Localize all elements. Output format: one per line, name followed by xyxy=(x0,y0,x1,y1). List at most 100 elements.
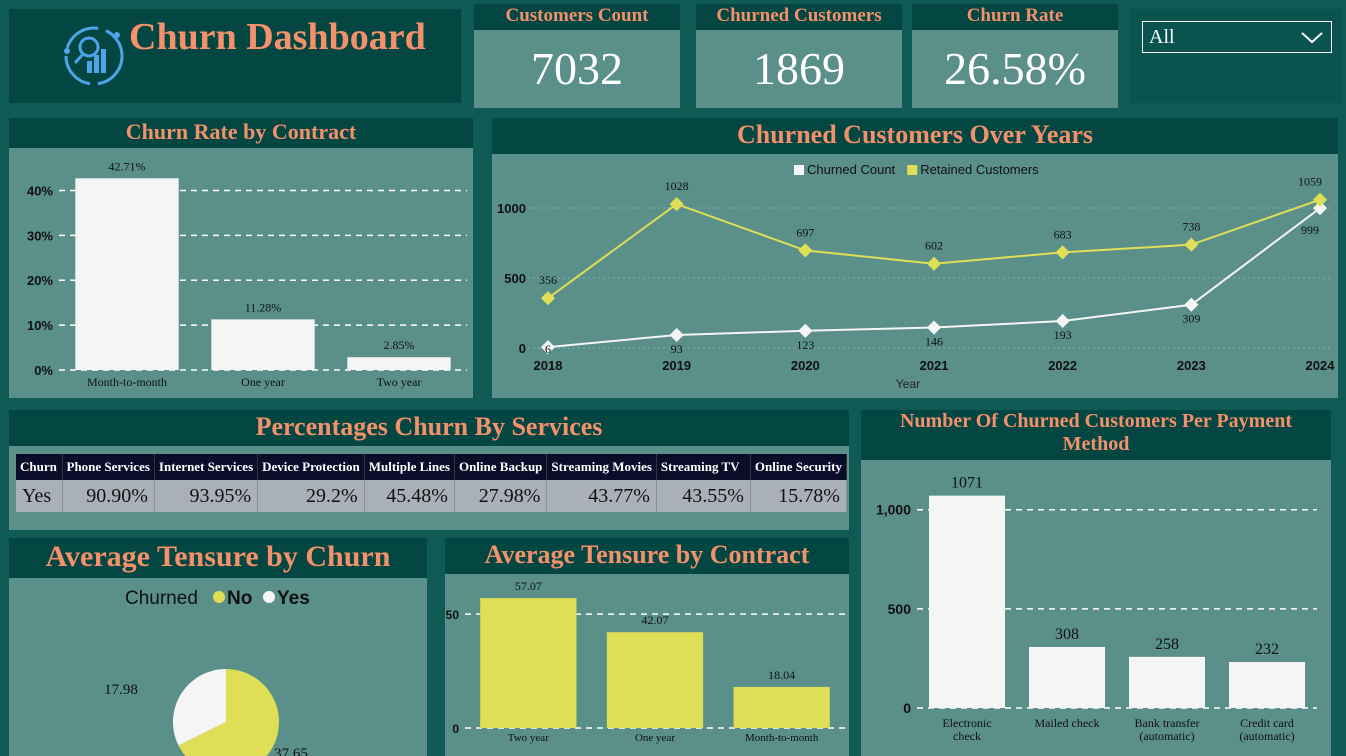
x-tick-label: Month-to-month xyxy=(745,732,819,744)
data-point[interactable] xyxy=(669,197,684,212)
data-label: 1028 xyxy=(665,179,689,193)
x-tick-label: Two year xyxy=(508,732,549,744)
data-point[interactable] xyxy=(1312,192,1328,207)
data-point[interactable] xyxy=(1055,245,1070,260)
tenure-contract-panel: Average Tensure by Contract 0 50 57.07 Two … xyxy=(445,538,849,756)
legend-label[interactable]: Retained Customers xyxy=(920,162,1039,177)
legend-label[interactable]: No xyxy=(227,588,252,609)
data-point[interactable] xyxy=(926,256,942,271)
chevron-down-icon xyxy=(1301,32,1323,44)
x-tick-label: Month-to-month xyxy=(87,375,167,389)
data-label: 232 xyxy=(1255,641,1279,658)
table-cell: 27.98% xyxy=(454,480,548,512)
table-row: Yes 90.90% 93.95% 29.2% 45.48% 27.98% 43.77% 43… xyxy=(16,480,847,512)
bar[interactable] xyxy=(1229,662,1305,708)
table-header-cell[interactable]: Online Backup xyxy=(454,454,548,480)
y-tick-label: 50 xyxy=(446,608,460,622)
table-header-cell[interactable]: Multiple Lines xyxy=(364,454,455,480)
filter-selected-value: All xyxy=(1149,26,1175,48)
bar[interactable] xyxy=(480,598,577,728)
bar[interactable] xyxy=(1129,656,1205,708)
tenure-contract-chart: 0 50 57.07 Two year 42.07 One year 18.04 Month-… xyxy=(446,579,845,744)
bar[interactable] xyxy=(733,686,830,728)
data-point[interactable] xyxy=(669,327,684,343)
table-header-cell[interactable]: Device Protection xyxy=(257,454,365,480)
table-cell: 43.55% xyxy=(656,480,751,512)
legend-swatch xyxy=(794,165,804,175)
data-label: 308 xyxy=(1055,626,1079,643)
years-chart: Churned Count Retained Customers 0 500 1000 2… xyxy=(497,162,1336,391)
years-panel: Churned Customers Over Years Churned Cou… xyxy=(492,118,1338,398)
data-label: 602 xyxy=(925,239,943,253)
table-cell: 45.48% xyxy=(364,480,455,512)
filter-dropdown[interactable]: All xyxy=(1142,21,1332,53)
y-tick-label: 500 xyxy=(504,271,526,286)
data-label: 146 xyxy=(925,335,943,349)
y-tick-label: 1000 xyxy=(497,201,526,216)
services-table: Churn Phone Services Internet Services Devi… xyxy=(16,454,847,512)
table-cell: 90.90% xyxy=(62,480,155,512)
panel-title: Churn Rate by Contract xyxy=(9,118,473,148)
data-point[interactable] xyxy=(1184,237,1199,252)
x-tick-label: 2019 xyxy=(662,358,691,373)
x-tick-label: 2024 xyxy=(1306,358,1336,373)
data-label: 999 xyxy=(1301,223,1319,237)
data-label: 11.28% xyxy=(245,300,282,314)
data-point[interactable] xyxy=(798,243,813,258)
x-tick-label: Credit card xyxy=(1240,716,1294,730)
table-header-cell[interactable]: Internet Services xyxy=(154,454,259,480)
x-tick-label: 2020 xyxy=(791,358,820,373)
data-label: 18.04 xyxy=(768,668,795,682)
kpi-value: 1869 xyxy=(753,43,845,94)
data-label: 2.85% xyxy=(384,338,415,352)
title-panel: Churn Dashboard xyxy=(9,9,461,103)
bar[interactable] xyxy=(211,319,315,370)
legend-swatch xyxy=(263,591,275,603)
kpi-churned-customers: Churned Customers 1869 xyxy=(696,4,902,108)
data-label: 738 xyxy=(1182,220,1200,234)
data-label: 6 xyxy=(545,342,551,356)
data-label: 42.71% xyxy=(109,159,146,173)
table-cell: 15.78% xyxy=(750,480,847,512)
panel-title: Average Tensure by Churn xyxy=(9,538,427,578)
data-label: 697 xyxy=(796,225,814,239)
data-label: 123 xyxy=(796,338,814,352)
page-title: Churn Dashboard xyxy=(129,16,426,58)
table-header-cell[interactable]: Phone Services xyxy=(62,454,155,480)
payment-panel: Number Of Churned Customers Per Payment … xyxy=(861,410,1331,756)
x-tick-label: 2023 xyxy=(1177,358,1206,373)
x-tick-label: Mailed check xyxy=(1035,716,1100,730)
data-point[interactable] xyxy=(1055,313,1070,329)
table-header-cell[interactable]: Streaming Movies xyxy=(546,454,657,480)
bar[interactable] xyxy=(1029,646,1105,708)
x-tick-label: (automatic) xyxy=(1139,729,1194,743)
bar[interactable] xyxy=(75,178,179,370)
y-tick-label: 0 xyxy=(519,341,526,356)
y-tick-label: 1,000 xyxy=(876,502,911,518)
x-tick-label: One year xyxy=(635,732,675,744)
data-label: 42.07 xyxy=(642,613,669,627)
y-tick-label: 20% xyxy=(27,273,53,288)
table-header-cell[interactable]: Online Security xyxy=(750,454,847,480)
legend-label[interactable]: Churned Count xyxy=(807,162,896,177)
y-tick-label: 30% xyxy=(27,228,53,243)
bar[interactable] xyxy=(606,632,704,728)
y-tick-label: 0% xyxy=(34,363,53,378)
legend-label[interactable]: Yes xyxy=(277,588,310,609)
legend-title: Churned xyxy=(125,588,198,609)
data-point[interactable] xyxy=(798,323,813,338)
x-tick-label: (automatic) xyxy=(1239,729,1294,743)
legend-swatch xyxy=(213,591,225,603)
table-cell: 43.77% xyxy=(546,480,657,512)
data-label: 1071 xyxy=(951,475,983,492)
x-tick-label: check xyxy=(953,729,981,743)
table-header-cell[interactable]: Churn xyxy=(16,454,63,480)
data-label: 57.07 xyxy=(515,579,542,593)
data-point[interactable] xyxy=(926,320,942,335)
table-header-cell[interactable]: Streaming TV xyxy=(656,454,751,480)
data-point[interactable] xyxy=(540,291,556,306)
x-tick-label: 2022 xyxy=(1048,358,1077,373)
kpi-value: 26.58% xyxy=(944,43,1086,94)
bar[interactable] xyxy=(347,357,451,370)
bar[interactable] xyxy=(929,495,1005,708)
